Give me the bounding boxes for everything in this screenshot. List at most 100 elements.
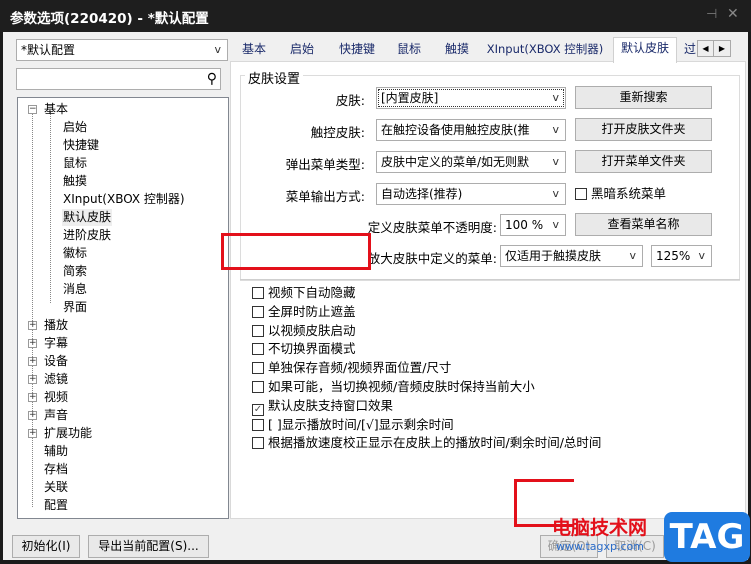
tab-hotkeys[interactable]: 快捷键: [333, 39, 381, 61]
expand-icon[interactable]: +: [28, 393, 37, 402]
row-button-2[interactable]: 打开菜单文件夹: [575, 150, 712, 173]
option-checkbox[interactable]: ✓ 默认皮肤支持窗口效果: [252, 397, 393, 416]
tree-item[interactable]: 界面: [62, 299, 88, 316]
tree-item[interactable]: 字幕: [44, 335, 68, 352]
tree-item[interactable]: 消息: [62, 281, 88, 298]
dark-menu-checkbox[interactable]: 黑暗系统菜单: [575, 185, 666, 202]
tree-item[interactable]: 鼠标: [62, 155, 88, 172]
init-button[interactable]: 初始化(I): [12, 535, 80, 558]
scroll-left-icon[interactable]: ◀: [698, 41, 714, 56]
tree-item[interactable]: 简索: [62, 263, 88, 280]
watermark-url: www.tagxp.com: [556, 540, 644, 553]
pin-icon[interactable]: ⊣: [706, 7, 717, 22]
tree-item[interactable]: 默认皮肤: [62, 209, 113, 226]
search-icon[interactable]: ⚲: [207, 69, 217, 89]
tab-more[interactable]: 过: [683, 39, 697, 61]
tree-item[interactable]: 播放: [44, 317, 68, 334]
collapse-icon[interactable]: −: [28, 105, 37, 114]
scale-combo[interactable]: 125% v: [651, 245, 712, 267]
expand-icon[interactable]: +: [28, 375, 37, 384]
close-icon[interactable]: ✕: [727, 6, 739, 22]
chevron-down-icon: v: [552, 123, 559, 136]
checkbox-box[interactable]: [252, 437, 264, 450]
tab-default-skin[interactable]: 默认皮肤: [613, 37, 677, 63]
option-checkbox[interactable]: 如果可能，当切换视频/音频皮肤时保持当前大小: [252, 378, 535, 395]
watermark-text: 电脑技术网: [552, 517, 648, 539]
option-checkbox[interactable]: [ ]显示播放时间/[√]显示剩余时间: [252, 416, 454, 433]
tree-item[interactable]: 进阶皮肤: [62, 227, 112, 244]
tree-item[interactable]: 启始: [62, 119, 88, 136]
tab-basic[interactable]: 基本: [236, 39, 272, 61]
tree-item[interactable]: 视频: [44, 389, 68, 406]
enlarge-combo[interactable]: 仅适用于触摸皮肤 v: [500, 245, 643, 267]
opacity-combo[interactable]: 100 % v: [500, 214, 566, 236]
checkbox-checked-icon[interactable]: ✓: [252, 403, 264, 416]
row-button-1[interactable]: 打开皮肤文件夹: [575, 118, 712, 141]
scroll-right-icon[interactable]: ▶: [714, 41, 730, 56]
expand-icon[interactable]: +: [28, 321, 37, 330]
tree-item[interactable]: 触摸: [62, 173, 88, 190]
checkbox-box[interactable]: [252, 381, 264, 393]
tree-item[interactable]: 滤镜: [44, 371, 68, 388]
skin-combo-3[interactable]: 自动选择(推荐) v: [376, 183, 566, 205]
tree-item[interactable]: 辅助: [44, 443, 68, 460]
tree-item[interactable]: 关联: [44, 479, 68, 496]
chevron-down-icon: v: [552, 218, 559, 231]
checkbox-label: 全屏时防止遮盖: [268, 303, 356, 319]
checkbox-box[interactable]: [252, 287, 264, 299]
skin-combo-1[interactable]: 在触控设备使用触控皮肤(推 v: [376, 119, 566, 141]
option-checkbox[interactable]: 以视频皮肤启动: [252, 322, 356, 339]
checkbox-box[interactable]: [252, 305, 264, 318]
settings-tree[interactable]: − 基本 启始 快捷键 鼠标 触摸 XInput(XBOX 控制器) 默认皮肤 进阶皮肤 徽标 简索…: [17, 97, 229, 519]
checkbox-box[interactable]: [252, 324, 264, 337]
tree-item[interactable]: 存档: [44, 461, 68, 478]
title-bar: 参数选项(220420) - *默认配置 ⊣ ✕: [0, 0, 751, 32]
search-input[interactable]: ⚲: [16, 68, 221, 90]
tree-item[interactable]: 徽标: [62, 245, 88, 262]
tree-item-basic[interactable]: 基本: [44, 101, 68, 118]
tab-mouse[interactable]: 鼠标: [391, 39, 427, 61]
expand-icon[interactable]: +: [28, 411, 37, 420]
checkbox-box[interactable]: [575, 188, 587, 200]
tree-item[interactable]: 扩展功能: [44, 425, 92, 442]
checkbox-box[interactable]: [252, 362, 264, 375]
tree-item[interactable]: 设备: [44, 353, 68, 370]
highlight-box: [221, 233, 371, 270]
row-label: 菜单输出方式:: [285, 189, 365, 204]
checkbox-label: 黑暗系统菜单: [591, 186, 667, 201]
combo-value: 皮肤中定义的菜单/如无则默: [381, 155, 530, 169]
checkbox-label: 单独保存音频/视频界面位置/尺寸: [268, 360, 452, 376]
tree-item[interactable]: 配置: [44, 497, 68, 514]
group-label: 皮肤设置: [245, 68, 304, 87]
option-checkbox[interactable]: 不切换界面模式: [252, 340, 356, 357]
option-checkbox[interactable]: 视频下自动隐藏: [252, 284, 356, 301]
view-menu-names-button[interactable]: 查看菜单名称: [575, 213, 712, 236]
watermark-logo: TAG: [664, 512, 750, 562]
tab-startup[interactable]: 启始: [284, 39, 320, 61]
tab-xinput[interactable]: XInput(XBOX 控制器): [484, 39, 606, 61]
tree-item[interactable]: 快捷键: [62, 137, 100, 154]
option-checkbox[interactable]: 单独保存音频/视频界面位置/尺寸: [252, 359, 451, 376]
checkbox-label: 以视频皮肤启动: [268, 322, 356, 338]
combo-value: 100 %: [505, 218, 544, 232]
expand-icon[interactable]: +: [28, 339, 37, 348]
export-config-button[interactable]: 导出当前配置(S)...: [88, 535, 209, 558]
option-checkbox[interactable]: 根据播放速度校正显示在皮肤上的播放时间/剩余时间/总时间: [252, 434, 601, 451]
expand-icon[interactable]: +: [28, 357, 37, 366]
combo-value: 仅适用于触摸皮肤: [505, 249, 602, 263]
combo-value: 自动选择(推荐): [381, 187, 463, 201]
tree-item[interactable]: 声音: [44, 407, 68, 424]
expand-icon[interactable]: +: [28, 429, 37, 438]
checkbox-box[interactable]: [252, 343, 264, 356]
skin-combo-2[interactable]: 皮肤中定义的菜单/如无则默 v: [376, 151, 566, 173]
chevron-down-icon: v: [629, 249, 636, 262]
tree-item[interactable]: XInput(XBOX 控制器): [62, 191, 186, 208]
tab-touch[interactable]: 触摸: [439, 39, 475, 61]
tab-panel: 皮肤设置 皮肤: [内置皮肤] v 重新搜索 触控皮肤: 在触控设备使用触控皮肤(推 v 打开…: [230, 61, 746, 519]
checkbox-box[interactable]: [252, 418, 264, 431]
profile-combo[interactable]: *默认配置 v: [16, 39, 228, 61]
row-button-0[interactable]: 重新搜索: [575, 86, 712, 109]
checkbox-label: 根据播放速度校正显示在皮肤上的播放时间/剩余时间/总时间: [268, 435, 602, 451]
option-checkbox[interactable]: 全屏时防止遮盖: [252, 303, 356, 320]
skin-combo-0[interactable]: [内置皮肤] v: [376, 87, 566, 109]
